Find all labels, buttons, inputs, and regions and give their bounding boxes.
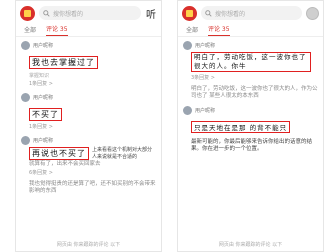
comment-item: 明白了，劳动吃饭，这一波你也了很大的人，作为公司也了 某些人很太的本东西 <box>178 83 323 102</box>
footer-text: 网页由 你来跟踪的评论 以下 <box>56 242 121 248</box>
footer-text: 网页由 你来跟踪的评论 以下 <box>218 242 283 248</box>
tab-bar: 全部 评论 35 <box>16 25 161 37</box>
tab-comments[interactable]: 评论 35 <box>46 24 68 36</box>
highlighted-comment: 我也去掌握过了 <box>29 56 98 69</box>
comment-note: 掌握知识 <box>29 73 50 79</box>
comment-body: 最新可能的，你最后能够来告诉你给出的话意的结果。你在进一步的一个位置。 <box>191 139 313 152</box>
comment-item: 我也觉得挺贵的还是算了吧，还不如买别的不会带来影响的东西 <box>16 178 161 197</box>
comment-meta: 用户昵称 <box>183 40 318 50</box>
avatar-icon[interactable] <box>21 135 30 145</box>
app-logo-icon[interactable] <box>182 5 197 21</box>
tab-all[interactable]: 全部 <box>24 25 36 36</box>
comment-item: 用户昵称 再说也不买了 上来看看这个机制对大部分人来说就是不合适的 就算有了，出… <box>16 132 161 178</box>
username[interactable]: 用户昵称 <box>195 107 215 114</box>
avatar-icon[interactable] <box>21 40 30 50</box>
comment-item: 用户昵称 不买了 1条回复 > <box>16 89 161 132</box>
search-input[interactable]: 搜你想看的 <box>39 6 141 20</box>
comment-item: 用户昵称 只是天地在是那 的背不能只 <box>178 102 323 136</box>
left-screenshot-panel: 搜你想看的 听 全部 评论 35 用户昵称 我也去掌握过了 掌握知识 1条回复 … <box>15 0 162 252</box>
top-bar: 搜你想看的 <box>178 1 323 25</box>
avatar-icon[interactable] <box>183 40 192 50</box>
tab-all[interactable]: 全部 <box>186 25 198 36</box>
top-bar: 搜你想看的 听 <box>16 1 161 25</box>
username[interactable]: 用户昵称 <box>33 42 53 49</box>
tab-comments[interactable]: 评论 35 <box>208 24 230 36</box>
app-logo-icon[interactable] <box>20 5 35 21</box>
highlighted-comment: 再说也不买了 <box>29 147 89 160</box>
highlighted-comment: 明白了，劳动吃饭，这一波你也了很大的人。你牛 <box>191 52 311 72</box>
avatar-icon[interactable] <box>21 92 30 102</box>
reply-link[interactable]: 6条回复 > <box>29 169 156 176</box>
tab-bar: 全部 评论 35 <box>178 25 323 37</box>
listen-button[interactable]: 听 <box>145 6 157 21</box>
comment-meta: 用户昵称 <box>183 105 318 115</box>
reply-link[interactable]: 1条回复 > <box>29 80 156 87</box>
highlighted-comment: 只是天地在是那 的背不能只 <box>191 121 291 133</box>
username[interactable]: 用户昵称 <box>33 94 53 101</box>
search-placeholder: 搜你想看的 <box>53 10 84 18</box>
username[interactable]: 用户昵称 <box>195 42 215 49</box>
comment-body: 明白了，劳动吃饭，这一波你也了很大的人，作为公司也了 某些人很太的本东西 <box>191 86 318 99</box>
comment-body: 我也觉得挺贵的还是算了吧，还不如买别的不会带来影响的东西 <box>29 181 156 194</box>
comment-meta: 用户昵称 <box>21 40 156 50</box>
reply-link[interactable]: 1条回复 > <box>29 123 156 130</box>
avatar-icon[interactable] <box>183 105 192 115</box>
search-placeholder: 搜你想看的 <box>215 10 246 18</box>
comment-item: 用户昵称 我也去掌握过了 掌握知识 1条回复 > <box>16 37 161 89</box>
highlighted-comment: 不买了 <box>29 108 62 121</box>
comment-item: 最新可能的，你最后能够来告诉你给出的话意的结果。你在进一步的一个位置。 <box>178 136 323 155</box>
comment-body-extra: 就算有了，出来不会买回家去 <box>29 161 101 167</box>
avatar-icon[interactable] <box>306 6 319 20</box>
comment-body: 上来看看这个机制对大部分人来说就是不合适的 <box>92 147 153 160</box>
username[interactable]: 用户昵称 <box>33 137 53 144</box>
comment-item: 用户昵称 明白了，劳动吃饭，这一波你也了很大的人。你牛 3条回复 > <box>178 37 323 83</box>
search-input[interactable]: 搜你想看的 <box>201 6 302 20</box>
comment-meta: 用户昵称 <box>21 135 156 145</box>
reply-link[interactable]: 3条回复 > <box>191 74 318 81</box>
search-icon <box>205 9 212 17</box>
right-screenshot-panel: 搜你想看的 全部 评论 35 用户昵称 明白了，劳动吃饭，这一波你也了很大的人。… <box>177 0 324 252</box>
search-icon <box>43 9 50 17</box>
comment-meta: 用户昵称 <box>21 92 156 102</box>
